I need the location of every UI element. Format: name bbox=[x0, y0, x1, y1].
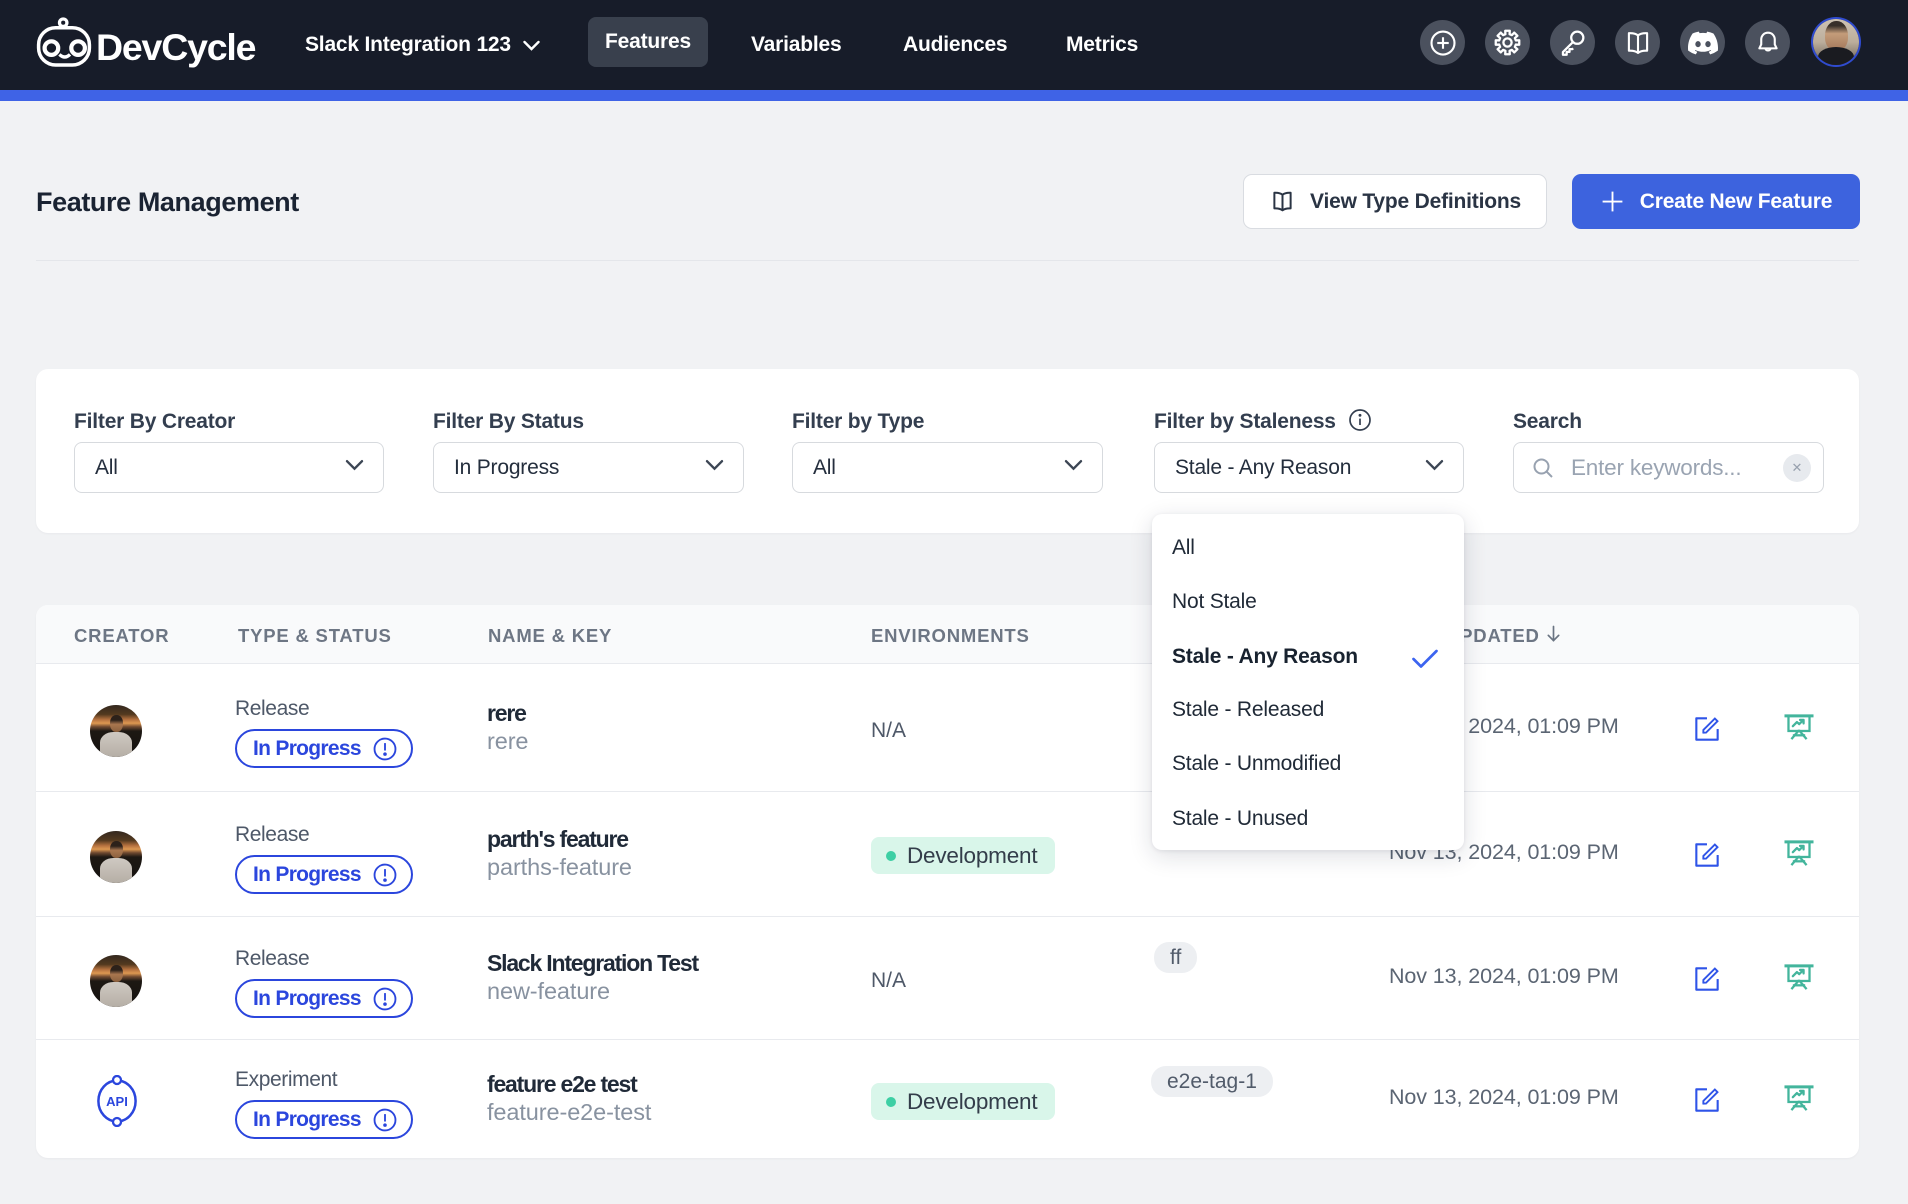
svg-text:API: API bbox=[106, 1094, 128, 1109]
svg-text:DevCycle: DevCycle bbox=[96, 26, 256, 68]
